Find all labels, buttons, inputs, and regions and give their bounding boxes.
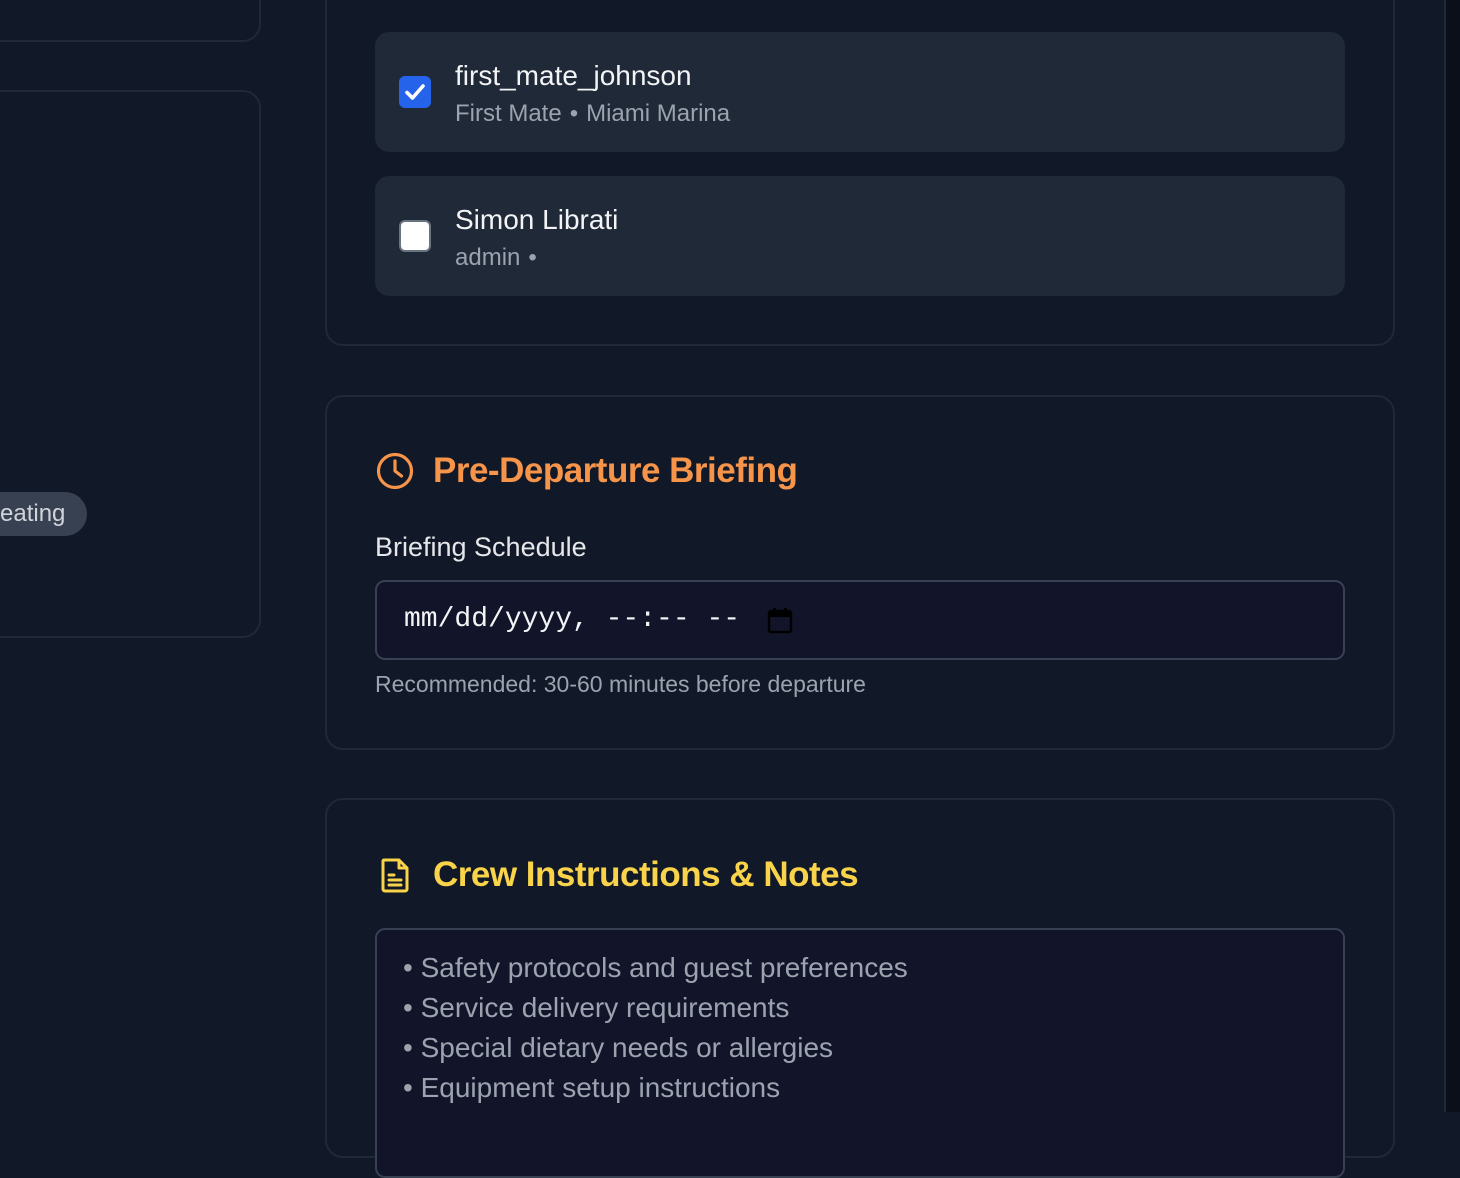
notes-placeholder-line: • Service delivery requirements bbox=[403, 992, 790, 1023]
notes-placeholder-line: • Special dietary needs or allergies bbox=[403, 1032, 834, 1063]
briefing-title-text: Pre-Departure Briefing bbox=[433, 451, 798, 490]
meta-separator: • bbox=[569, 100, 579, 127]
crew-member-item[interactable]: Simon Librati admin • bbox=[375, 176, 1345, 296]
briefing-schedule-label: Briefing Schedule bbox=[375, 532, 587, 562]
crew-member-name: first_mate_johnson bbox=[455, 60, 692, 91]
notes-placeholder-line: • Equipment setup instructions bbox=[403, 1072, 781, 1103]
notes-title-text: Crew Instructions & Notes bbox=[433, 855, 859, 894]
crew-member-location: Miami Marina bbox=[586, 100, 731, 127]
notes-section-title: Crew Instructions & Notes bbox=[375, 855, 859, 895]
left-details-card bbox=[0, 90, 261, 638]
crew-member-meta: admin • bbox=[455, 244, 545, 272]
meta-separator: • bbox=[528, 244, 537, 271]
crew-member-checkbox[interactable] bbox=[399, 76, 431, 108]
crew-member-meta: First Mate • Miami Marina bbox=[455, 100, 730, 128]
crew-notes-textarea[interactable]: • Safety protocols and guest preferences… bbox=[375, 928, 1345, 1178]
crew-member-role: admin bbox=[455, 244, 521, 271]
briefing-datetime-input[interactable]: mm/dd/yyyy, --:-- -- bbox=[375, 580, 1345, 660]
left-summary-card bbox=[0, 0, 261, 42]
crew-member-name: Simon Librati bbox=[455, 204, 619, 235]
clock-icon bbox=[376, 452, 414, 490]
notes-placeholder-line: • Safety protocols and guest preferences bbox=[403, 952, 908, 983]
briefing-section-title: Pre-Departure Briefing bbox=[375, 451, 798, 491]
calendar-icon[interactable] bbox=[767, 607, 793, 635]
check-icon bbox=[405, 84, 425, 100]
crew-member-item[interactable]: first_mate_johnson First Mate • Miami Mari… bbox=[375, 32, 1345, 152]
datetime-placeholder: mm/dd/yyyy, --:-- -- bbox=[404, 604, 741, 635]
crew-member-role: First Mate bbox=[455, 100, 562, 127]
window-edge bbox=[1444, 0, 1460, 1112]
document-icon bbox=[381, 858, 409, 893]
briefing-hint: Recommended: 30-60 minutes before depart… bbox=[375, 671, 866, 697]
tag-chip[interactable]: eating bbox=[0, 492, 88, 536]
crew-member-checkbox[interactable] bbox=[399, 220, 431, 252]
